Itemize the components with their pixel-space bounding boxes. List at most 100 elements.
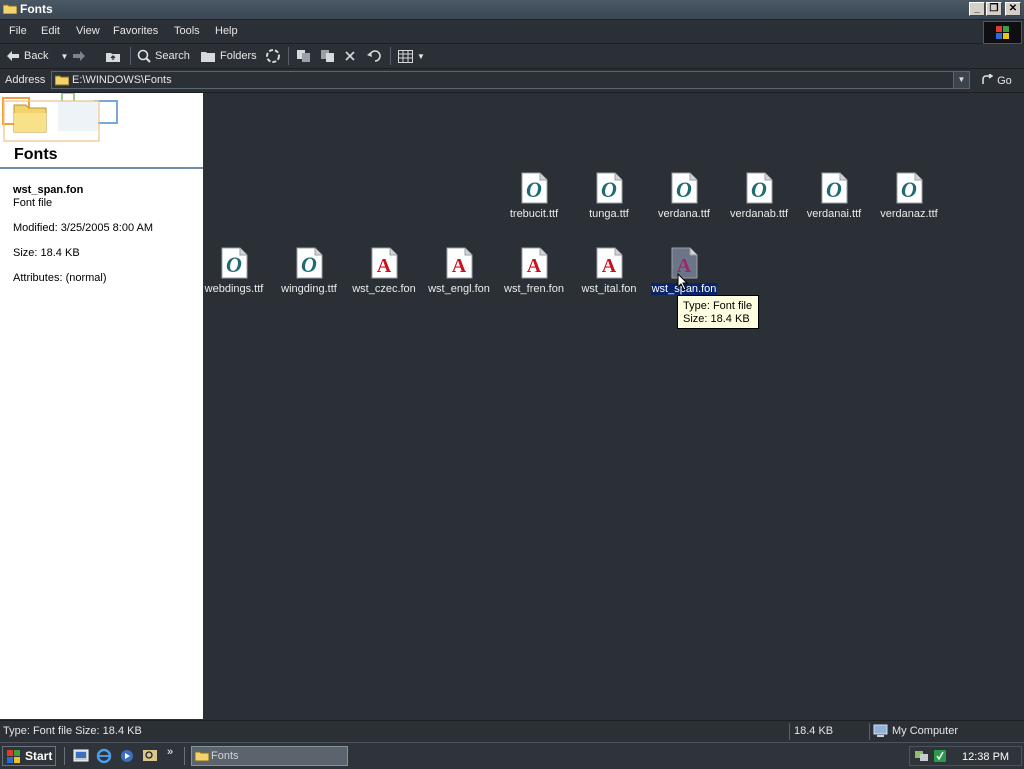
close-button[interactable]: ✕ <box>1005 2 1021 16</box>
opentype-font-icon: O <box>746 172 773 204</box>
file-name-label: verdana.ttf <box>658 208 710 220</box>
bitmap-font-icon: A <box>596 247 623 279</box>
svg-text:O: O <box>676 177 692 202</box>
back-label: Back <box>24 50 49 62</box>
sync-button[interactable] <box>265 48 281 64</box>
back-button[interactable]: Back ▼ <box>6 48 68 64</box>
address-dropdown-icon[interactable]: ▼ <box>953 72 969 88</box>
network-icon[interactable] <box>914 749 929 763</box>
file-item[interactable]: Owingding.ttf <box>271 247 347 307</box>
bitmap-font-icon: A <box>521 247 548 279</box>
file-name-label: wst_czec.fon <box>352 283 416 295</box>
address-input[interactable]: E:\WINDOWS\Fonts ▼ <box>51 71 970 89</box>
opentype-font-icon: O <box>896 172 923 204</box>
search-icon[interactable] <box>142 748 158 764</box>
undo-button[interactable] <box>367 48 382 64</box>
clock: 12:38 PM <box>962 751 1010 763</box>
status-bar: Type: Font file Size: 18.4 KB 18.4 KB My… <box>0 720 1024 742</box>
file-name-label: webdings.ttf <box>204 283 264 295</box>
details-header: Fonts <box>0 92 203 169</box>
bitmap-font-icon: A <box>371 247 398 279</box>
menu-view[interactable]: View <box>76 25 100 37</box>
folders-button[interactable]: Folders <box>201 48 257 64</box>
tooltip-size: Size: 18.4 KB <box>683 313 750 325</box>
taskbar: Start » Fonts 12:38 PM <box>0 742 1024 769</box>
windows-flag-icon <box>7 750 20 763</box>
move-to-icon <box>297 50 310 62</box>
opentype-font-icon: O <box>296 247 323 279</box>
svg-text:A: A <box>602 255 617 277</box>
file-item[interactable]: Awst_ital.fon <box>571 247 647 307</box>
quicklaunch-chevron-icon[interactable]: » <box>167 746 173 758</box>
details-heading: Fonts <box>14 146 58 163</box>
svg-text:O: O <box>301 252 317 277</box>
menu-edit[interactable]: Edit <box>41 25 60 37</box>
up-folder-button[interactable] <box>106 48 121 64</box>
svg-text:A: A <box>527 255 542 277</box>
address-bar: Address E:\WINDOWS\Fonts ▼ Go <box>0 69 1024 93</box>
views-icon <box>398 49 413 63</box>
file-item[interactable]: Overdanai.ttf <box>796 172 872 232</box>
views-button[interactable]: ▼ <box>398 48 425 64</box>
file-name-label: verdanaz.ttf <box>880 208 938 220</box>
windows-media-player-icon[interactable] <box>119 748 135 764</box>
menu-help[interactable]: Help <box>215 25 238 37</box>
opentype-font-icon: O <box>821 172 848 204</box>
back-dropdown-icon[interactable]: ▼ <box>60 52 68 61</box>
menu-favorites[interactable]: Favorites <box>113 25 158 37</box>
menu-file[interactable]: File <box>9 25 27 37</box>
copy-to-button[interactable] <box>320 48 335 64</box>
file-tooltip: Type: Font file Size: 18.4 KB <box>677 295 759 329</box>
address-label: Address <box>5 74 46 86</box>
svg-text:O: O <box>901 177 917 202</box>
file-name-label: verdanai.ttf <box>806 208 862 220</box>
search-label: Search <box>155 50 190 62</box>
start-button[interactable]: Start <box>2 746 56 766</box>
file-item[interactable]: Awst_czec.fon <box>346 247 422 307</box>
selected-file-attributes: Attributes: (normal) <box>13 272 107 284</box>
delete-icon <box>345 51 355 61</box>
window-title: Fonts <box>20 2 53 16</box>
mouse-cursor-icon <box>677 273 689 291</box>
show-desktop-icon[interactable] <box>73 748 89 764</box>
file-item[interactable]: Otrebucit.ttf <box>496 172 572 232</box>
menu-tools[interactable]: Tools <box>174 25 200 37</box>
file-item[interactable]: Overdanab.ttf <box>721 172 797 232</box>
security-alert-icon[interactable] <box>933 749 947 763</box>
title-bar[interactable]: Fonts _ ❐ ✕ <box>0 0 1024 20</box>
minimize-button[interactable]: _ <box>969 2 985 16</box>
details-divider <box>0 167 203 169</box>
tooltip-type: Type: Font file <box>683 300 753 312</box>
delete-button[interactable] <box>344 48 356 64</box>
file-name-label: tunga.ttf <box>589 208 629 220</box>
go-label: Go <box>997 75 1012 87</box>
file-item[interactable]: Otunga.ttf <box>571 172 647 232</box>
restore-button[interactable]: ❐ <box>986 2 1002 16</box>
my-computer-icon <box>873 724 888 737</box>
forward-button[interactable] <box>72 48 86 64</box>
selected-file-type: Font file <box>13 197 53 209</box>
file-item[interactable]: Overdanaz.ttf <box>871 172 947 232</box>
file-name-label: trebucit.ttf <box>509 208 559 220</box>
opentype-font-icon: O <box>521 172 548 204</box>
file-name-label: wst_ital.fon <box>581 283 637 295</box>
taskbar-fonts-button[interactable]: Fonts <box>191 746 348 766</box>
file-item[interactable]: Overdana.ttf <box>646 172 722 232</box>
go-button[interactable]: Go <box>982 73 1012 87</box>
file-item[interactable]: Owebdings.ttf <box>196 247 272 307</box>
views-dropdown-icon: ▼ <box>417 51 425 61</box>
internet-explorer-icon[interactable] <box>96 748 112 764</box>
taskbar-fonts-label: Fonts <box>211 750 239 762</box>
file-name-label: wingding.ttf <box>281 283 337 295</box>
file-item[interactable]: Awst_engl.fon <box>421 247 497 307</box>
windows-logo-icon <box>983 21 1022 44</box>
selected-file-name: wst_span.fon <box>13 184 84 196</box>
search-button[interactable]: Search <box>137 48 190 64</box>
toolbar: Back ▼ Search Folders ▼ <box>0 44 1024 69</box>
file-item[interactable]: Awst_fren.fon <box>496 247 572 307</box>
move-to-button[interactable] <box>296 48 311 64</box>
opentype-font-icon: O <box>671 172 698 204</box>
svg-text:O: O <box>601 177 617 202</box>
address-path: E:\WINDOWS\Fonts <box>72 74 172 86</box>
opentype-font-icon: O <box>221 247 248 279</box>
